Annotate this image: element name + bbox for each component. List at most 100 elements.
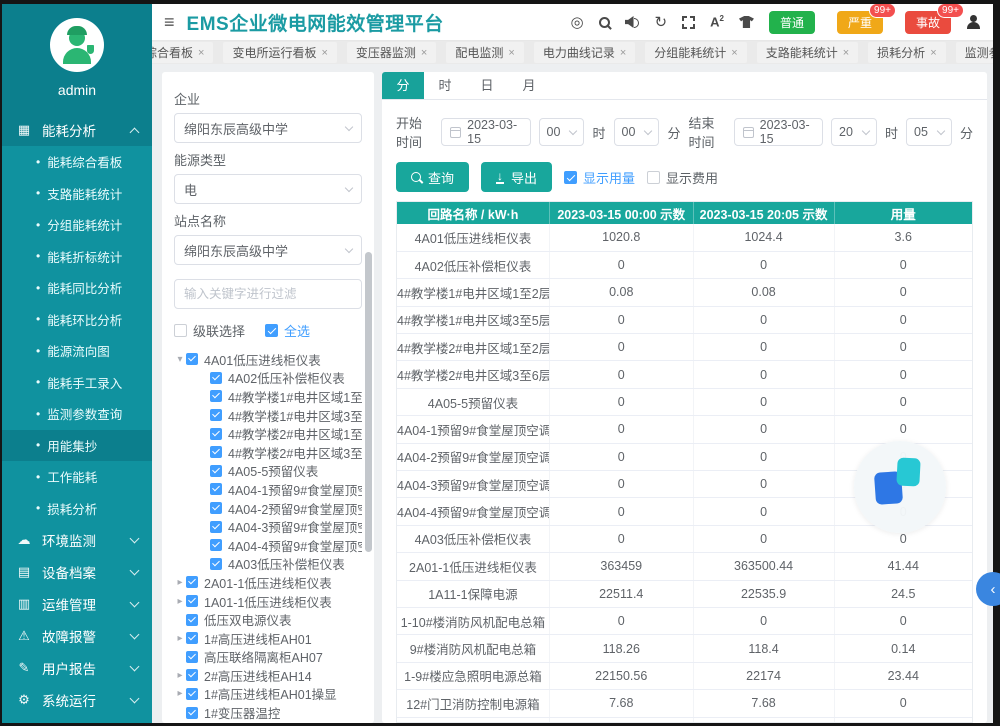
checkbox-checked-icon[interactable]	[186, 614, 198, 626]
checkbox-checked-icon[interactable]	[186, 688, 198, 700]
checkbox-checked-icon[interactable]	[210, 372, 222, 384]
tree-item[interactable]: 4A04-1预留9#食堂屋顶空调机组仪表	[174, 480, 362, 499]
energy-type-select[interactable]: 电	[174, 174, 362, 204]
avatar[interactable]	[50, 18, 104, 72]
refresh-icon[interactable]: ↻	[655, 15, 668, 30]
hamburger-menu-icon[interactable]: ≡	[164, 12, 175, 33]
checkbox-checked-icon[interactable]	[210, 502, 222, 514]
caret-right-icon[interactable]: ▸	[174, 596, 186, 607]
query-button[interactable]: 查询	[396, 162, 469, 192]
tree-item[interactable]: 2#变压器温控	[174, 722, 362, 723]
page-tab[interactable]: 电力曲线记录×	[534, 42, 635, 63]
tree-item[interactable]: 4A05-5预留仪表	[174, 462, 362, 481]
checkbox-checked-icon[interactable]	[210, 483, 222, 495]
select-all-checkbox[interactable]: 全选	[265, 321, 310, 340]
show-usage-checkbox[interactable]: 显示用量	[564, 168, 635, 187]
close-tab-icon[interactable]: ×	[421, 47, 427, 59]
show-cost-checkbox[interactable]: 显示费用	[647, 168, 718, 187]
tree-item[interactable]: ▸1#高压进线柜AH01操显	[174, 685, 362, 704]
period-tab[interactable]: 时	[424, 72, 466, 99]
page-tab[interactable]: 支路能耗统计×	[757, 42, 858, 63]
sidebar-section[interactable]: ▣基础信息	[2, 716, 152, 723]
sidebar-section[interactable]: ☁环境监测	[2, 524, 152, 556]
search-icon[interactable]	[599, 17, 610, 28]
sidebar-item[interactable]: •能耗折标统计	[2, 241, 152, 273]
keyword-filter-input[interactable]	[174, 279, 362, 309]
tree-item[interactable]: 4#教学楼2#电井区域3至6层动力仪表	[174, 443, 362, 462]
sidebar-section[interactable]: ⚠故障报警	[2, 620, 152, 652]
tree-item[interactable]: ▾4A01低压进线柜仪表	[174, 350, 362, 369]
fullscreen-icon[interactable]	[682, 16, 695, 29]
checkbox-checked-icon[interactable]	[186, 632, 198, 644]
theme-icon[interactable]	[739, 16, 754, 28]
end-date-picker[interactable]: 2023-03-15	[734, 118, 823, 146]
tree-item[interactable]: 4A04-3预留9#食堂屋顶空调机组仪表	[174, 517, 362, 536]
sidebar-item[interactable]: •能耗同比分析	[2, 272, 152, 304]
close-tab-icon[interactable]: ×	[620, 47, 626, 59]
sidebar-item[interactable]: •工作能耗	[2, 461, 152, 493]
page-tab[interactable]: 配电监测×	[446, 42, 523, 63]
tree-item[interactable]: 4#教学楼1#电井区域1至2层动力仪表	[174, 387, 362, 406]
checkbox-checked-icon[interactable]	[210, 539, 222, 551]
close-tab-icon[interactable]: ×	[843, 47, 849, 59]
tree-item[interactable]: 4A04-4预留9#食堂屋顶空调机组仪表	[174, 536, 362, 555]
tree-item[interactable]: 4A02低压补偿柜仪表	[174, 369, 362, 388]
checkbox-checked-icon[interactable]	[210, 428, 222, 440]
sidebar-item[interactable]: •分组能耗统计	[2, 209, 152, 241]
alarm-badge[interactable]: 普通	[769, 11, 815, 34]
sidebar-section[interactable]: ✎用户报告	[2, 652, 152, 684]
checkbox-checked-icon[interactable]	[186, 353, 198, 365]
tree-item[interactable]: ▸1#高压进线柜AH01	[174, 629, 362, 648]
station-select[interactable]: 绵阳东辰高级中学	[174, 235, 362, 265]
period-tab[interactable]: 月	[508, 72, 550, 99]
period-tab[interactable]: 日	[466, 72, 508, 99]
sidebar-section[interactable]: ▦能耗分析	[2, 114, 152, 146]
page-tab[interactable]: 监测参数查询×	[956, 42, 993, 63]
tree-item[interactable]: 1#变压器温控	[174, 703, 362, 722]
tree-item[interactable]: 低压双电源仪表	[174, 610, 362, 629]
tree-item[interactable]: ▸2A01-1低压进线柜仪表	[174, 573, 362, 592]
target-icon[interactable]: ◎	[570, 15, 583, 30]
checkbox-checked-icon[interactable]	[210, 521, 222, 533]
end-hour-select[interactable]: 20	[831, 118, 877, 146]
cascade-select-checkbox[interactable]: 级联选择	[174, 321, 245, 340]
sidebar-item[interactable]: •能源流向图	[2, 335, 152, 367]
tree-item[interactable]: 4A04-2预留9#食堂屋顶空调机组仪表	[174, 499, 362, 518]
period-tab[interactable]: 分	[382, 72, 424, 99]
caret-right-icon[interactable]: ▸	[174, 633, 186, 644]
close-tab-icon[interactable]: ×	[198, 47, 204, 59]
caret-right-icon[interactable]: ▸	[174, 688, 186, 699]
checkbox-checked-icon[interactable]	[186, 669, 198, 681]
checkbox-checked-icon[interactable]	[210, 446, 222, 458]
export-button[interactable]: ↓ 导出	[481, 162, 552, 192]
sidebar-section[interactable]: ⚙系统运行	[2, 684, 152, 716]
alarm-badge[interactable]: 严重99+	[837, 11, 883, 34]
user-icon[interactable]	[966, 15, 981, 29]
close-tab-icon[interactable]: ×	[508, 47, 514, 59]
tree-item[interactable]: 4A03低压补偿柜仪表	[174, 555, 362, 574]
font-size-icon[interactable]: A2	[710, 14, 724, 29]
close-tab-icon[interactable]: ×	[731, 47, 737, 59]
tree-item[interactable]: ▸2#高压进线柜AH14	[174, 666, 362, 685]
caret-down-icon[interactable]: ▾	[174, 354, 186, 365]
page-tab[interactable]: 损耗分析×	[868, 42, 945, 63]
sidebar-item[interactable]: •能耗手工录入	[2, 367, 152, 399]
sidebar-section[interactable]: ▤设备档案	[2, 556, 152, 588]
alarm-badge[interactable]: 事故99+	[905, 11, 951, 34]
checkbox-checked-icon[interactable]	[210, 390, 222, 402]
start-hour-select[interactable]: 00	[539, 118, 585, 146]
close-tab-icon[interactable]: ×	[930, 47, 936, 59]
page-tab[interactable]: 分组能耗统计×	[645, 42, 746, 63]
checkbox-checked-icon[interactable]	[186, 595, 198, 607]
checkbox-checked-icon[interactable]	[186, 576, 198, 588]
sidebar-section[interactable]: ▥运维管理	[2, 588, 152, 620]
volume-icon[interactable]	[625, 16, 640, 28]
checkbox-checked-icon[interactable]	[186, 651, 198, 663]
sidebar-item[interactable]: •能耗环比分析	[2, 304, 152, 336]
page-tab[interactable]: 变压器监测×	[347, 42, 436, 63]
sidebar-item[interactable]: •支路能耗统计	[2, 178, 152, 210]
checkbox-checked-icon[interactable]	[210, 558, 222, 570]
sidebar-item[interactable]: •监测参数查询	[2, 398, 152, 430]
caret-right-icon[interactable]: ▸	[174, 670, 186, 681]
sidebar-item[interactable]: •损耗分析	[2, 493, 152, 525]
